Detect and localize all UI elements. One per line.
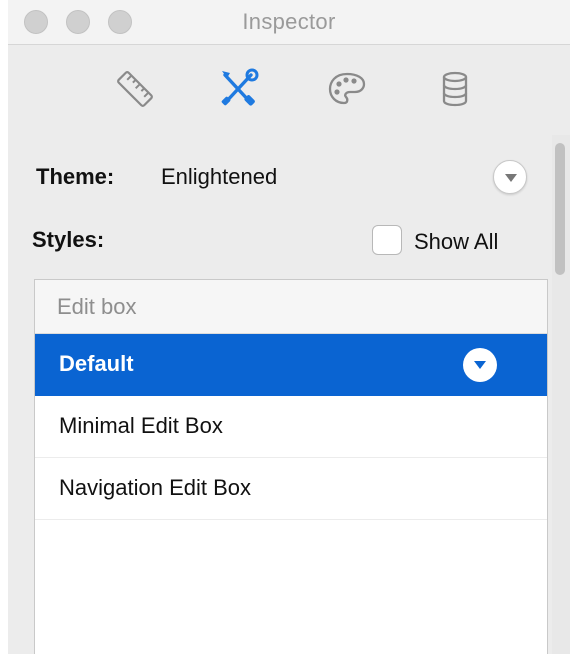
palette-icon[interactable] <box>323 65 371 113</box>
theme-label: Theme: <box>36 164 115 189</box>
database-icon[interactable] <box>431 65 479 113</box>
inspector-window: Inspector Theme: Enlightened Styles: Sho… <box>8 0 570 654</box>
ruler-icon[interactable] <box>111 65 159 113</box>
scrollbar-thumb[interactable] <box>555 143 565 275</box>
show-all-checkbox[interactable] <box>372 225 402 255</box>
style-list-item-navigation-edit-box[interactable]: Navigation Edit Box <box>35 458 547 520</box>
style-list-item-default[interactable]: Default <box>35 334 547 396</box>
inspector-scrollbar[interactable] <box>552 135 570 654</box>
title-bar: Inspector <box>8 0 570 45</box>
style-list-item-minimal-edit-box[interactable]: Minimal Edit Box <box>35 396 547 458</box>
style-list-header: Edit box <box>35 280 547 334</box>
window-title: Inspector <box>242 9 336 34</box>
tools-icon[interactable] <box>214 65 262 113</box>
styles-label: Styles: <box>32 227 105 252</box>
theme-value[interactable]: Enlightened <box>161 164 277 190</box>
style-list: Edit box Default Minimal Edit Box Naviga… <box>34 279 548 654</box>
style-options-button[interactable] <box>463 348 497 382</box>
theme-dropdown-button[interactable] <box>493 160 527 194</box>
list-item-label: Minimal Edit Box <box>59 413 223 438</box>
list-item-label: Default <box>59 351 134 376</box>
show-all-label[interactable]: Show All <box>414 229 498 255</box>
style-list-header-label: Edit box <box>57 294 137 319</box>
inspector-toolbar <box>8 45 570 133</box>
list-item-label: Navigation Edit Box <box>59 475 251 500</box>
